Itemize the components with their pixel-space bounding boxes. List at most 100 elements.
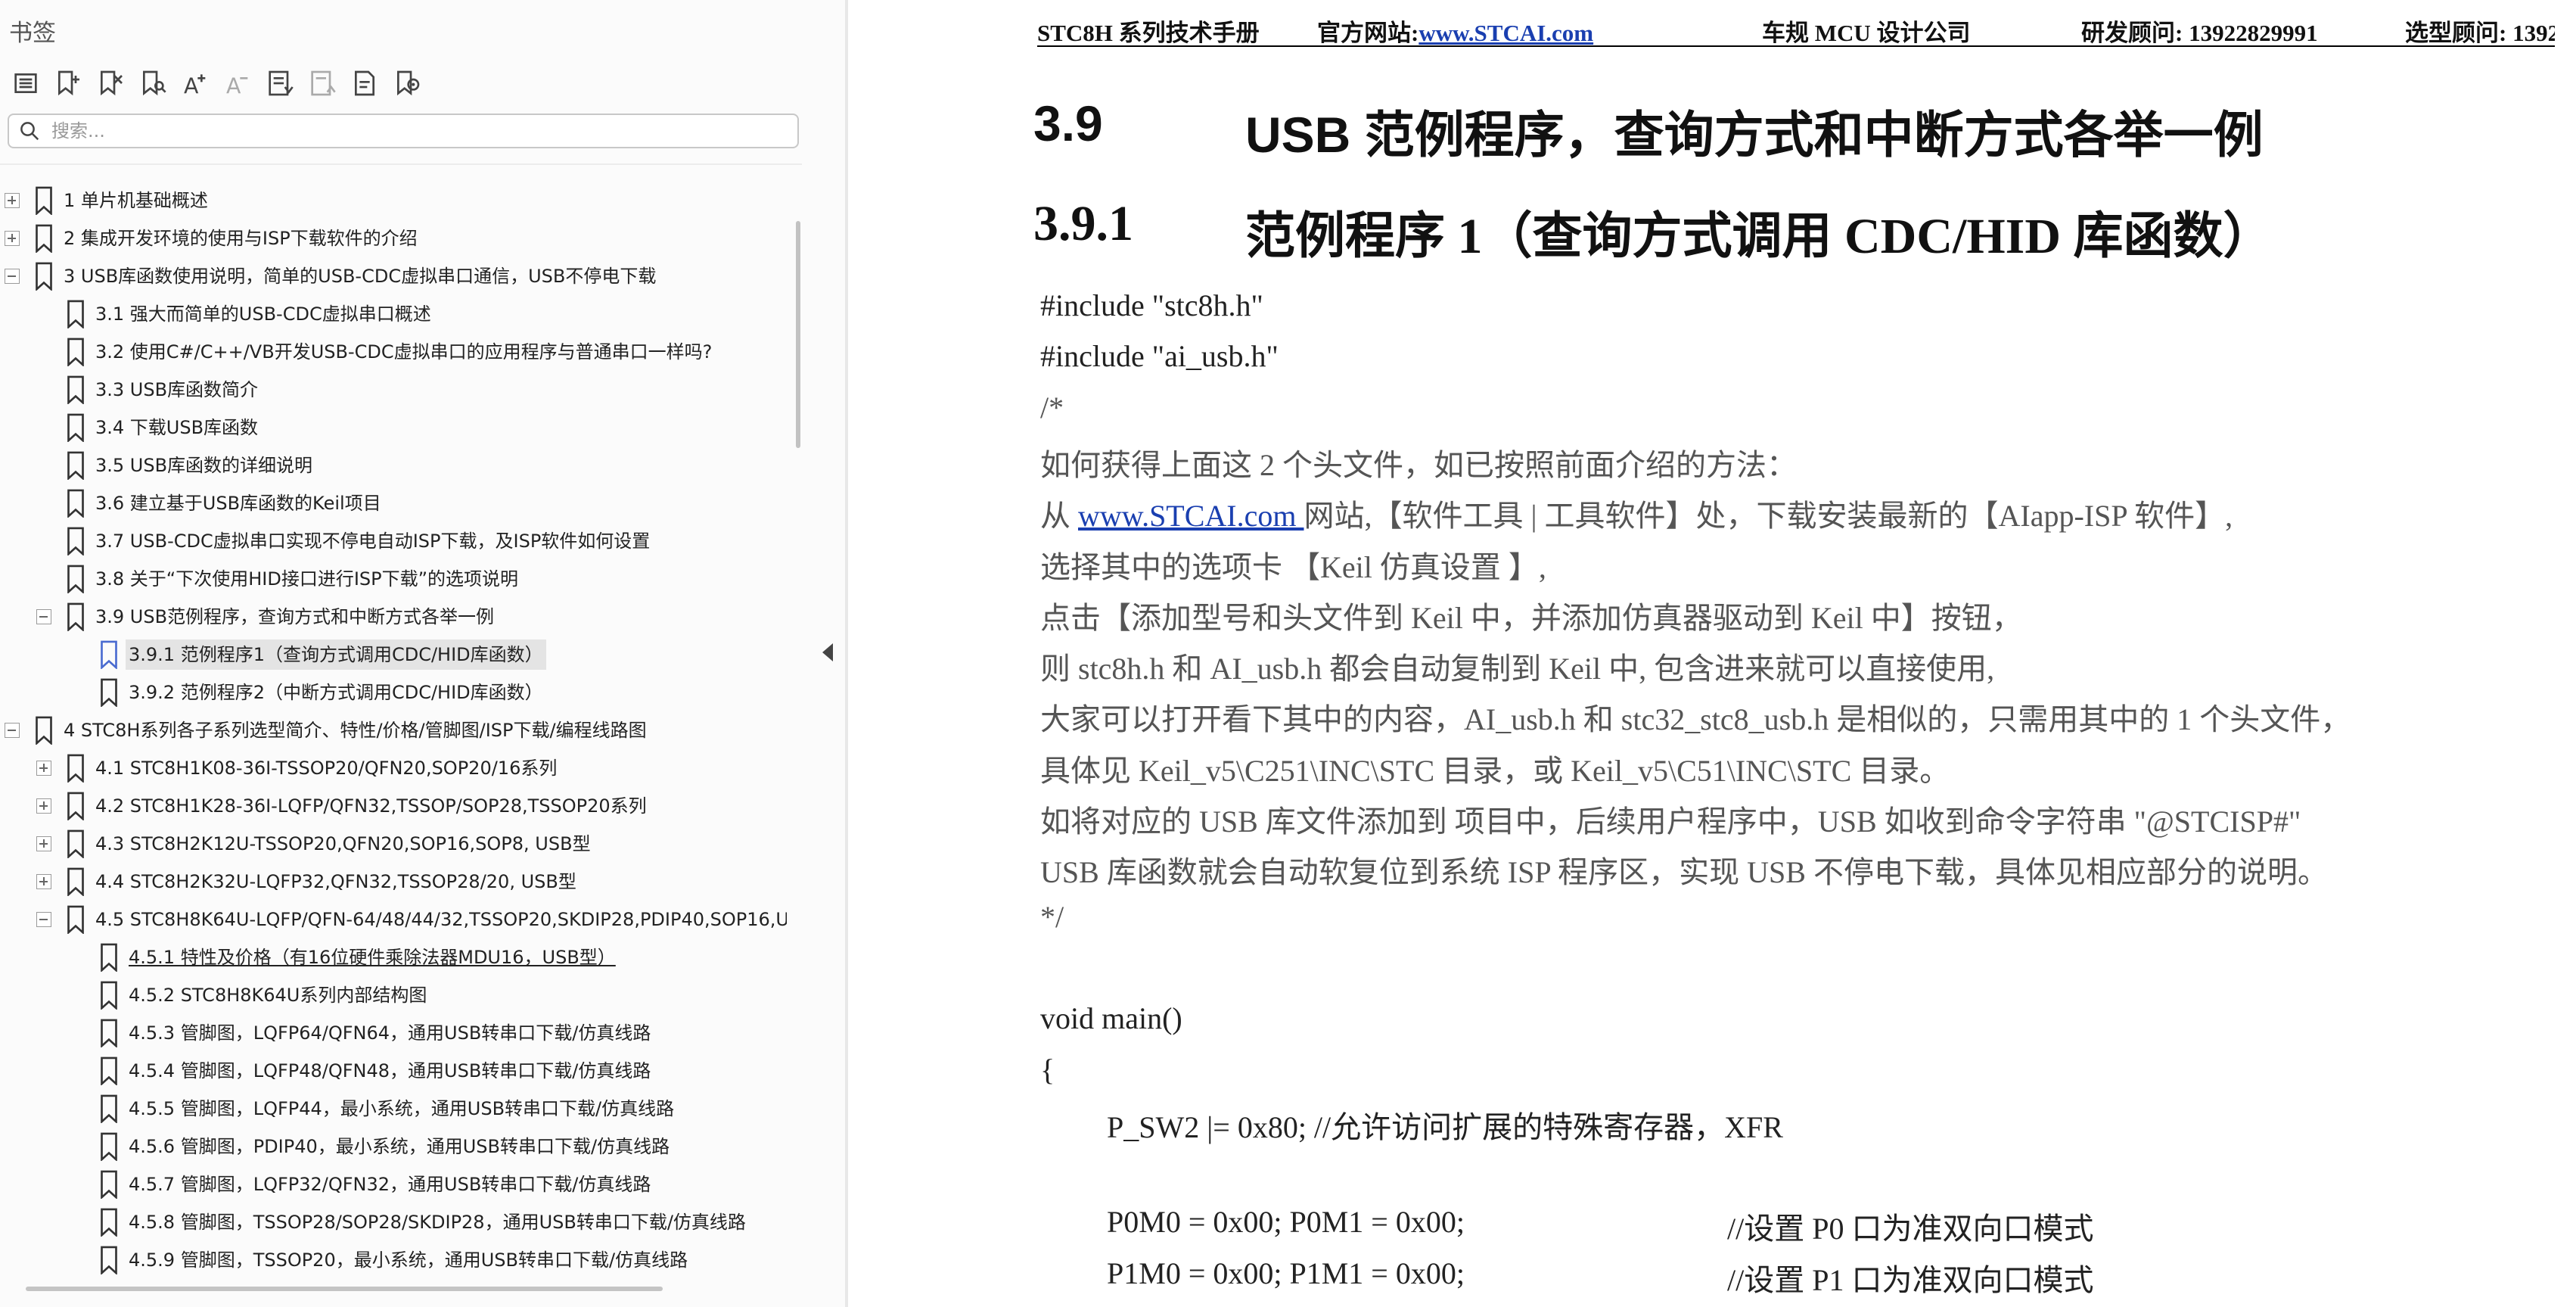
bookmark-icon	[67, 565, 84, 593]
bookmark-label: 4.5.4 管脚图，LQFP48/QFN48，通用USB转串口下载/仿真线路	[129, 1060, 651, 1081]
collapse-icon[interactable]	[5, 723, 20, 738]
bookmark-toolbar: AA	[6, 64, 427, 106]
bookmark-item[interactable]: 4.5.5 管脚图，LQFP44，最小系统，通用USB转串口下载/仿真线路	[0, 1090, 787, 1128]
bookmark-item[interactable]: 3.6 建立基于USB库函数的Keil项目	[0, 484, 787, 522]
bookmark-item[interactable]: 3.3 USB库函数简介	[0, 371, 787, 409]
bookmark-label: 4.5.1 特性及价格（有16位硬件乘除法器MDU16，USB型）	[129, 947, 616, 968]
expand-icon[interactable]	[5, 193, 20, 208]
code-line-prefix: 从	[1040, 499, 1078, 534]
bookmark-item[interactable]: 4 STC8H系列各子系列选型简介、特性/价格/管脚图/ISP下载/编程线路图	[0, 711, 787, 749]
collapse-all-icon	[311, 70, 336, 96]
bookmark-locate-icon	[397, 70, 420, 96]
search-box[interactable]	[8, 114, 799, 148]
header-sel-contact: 选型顾问: 13922805190	[2405, 20, 2576, 46]
bookmark-icon	[67, 867, 84, 896]
bookmark-item[interactable]: 4.5 STC8H8K64U-LQFP/QFN-64/48/44/32,TSSO…	[0, 901, 787, 938]
collapse-panel-icon[interactable]	[822, 643, 833, 661]
toolbar-decrease-font-button[interactable]: A	[218, 64, 257, 103]
subsection-title: 范例程序 1（查询方式调用 CDC/HID 库函数）	[1245, 209, 2273, 264]
code-line: 从 www.STCAI.com 网站,【软件工具 | 工具软件】处，下载安装最新…	[1040, 491, 2233, 535]
document-scrollbar-track[interactable]	[2555, 0, 2576, 1307]
bookmark-icon	[67, 754, 84, 783]
bookmark-icon	[101, 1019, 117, 1047]
header-site: 官方网站:www.STCAI.com	[1317, 14, 1593, 48]
expand-icon[interactable]	[36, 761, 51, 776]
bookmark-label: 4.5.9 管脚图，TSSOP20，最小系统，通用USB转串口下载/仿真线路	[129, 1249, 688, 1271]
bookmark-label: 4.5.5 管脚图，LQFP44，最小系统，通用USB转串口下载/仿真线路	[129, 1098, 675, 1119]
collapse-icon[interactable]	[36, 609, 51, 624]
bookmark-item[interactable]: 4.4 STC8H2K32U-LQFP32,QFN32,TSSOP28/20, …	[0, 863, 787, 901]
bookmark-item[interactable]: 3 USB库函数使用说明，简单的USB-CDC虚拟串口通信，USB不停电下载	[0, 257, 787, 295]
toolbar-collapse-all-button[interactable]	[303, 64, 342, 103]
bookmark-item[interactable]: 3.1 强大而简单的USB-CDC虚拟串口概述	[0, 295, 787, 333]
toolbar-delete-bookmark-button[interactable]	[91, 64, 130, 103]
tree-scrollbar[interactable]	[796, 221, 800, 448]
bookmark-item[interactable]: 4.5.3 管脚图，LQFP64/QFN64，通用USB转串口下载/仿真线路	[0, 1014, 787, 1052]
header-site-link[interactable]: www.STCAI.com	[1419, 20, 1593, 46]
bookmark-icon	[101, 1132, 117, 1161]
bookmark-item[interactable]: 4.5.2 STC8H8K64U系列内部结构图	[0, 976, 787, 1014]
bookmark-item[interactable]: 4.5.8 管脚图，TSSOP28/SOP28/SKDIP28，通用USB转串口…	[0, 1203, 787, 1241]
code-line: 具体见 Keil_v5\C251\INC\STC 目录，或 Keil_v5\C5…	[1040, 753, 1950, 788]
delete-bookmark-icon	[101, 70, 123, 96]
bookmark-item[interactable]: 3.9.2 范例程序2（中断方式调用CDC/HID库函数）	[0, 674, 787, 711]
bookmark-item[interactable]: 4.5.7 管脚图，LQFP32/QFN32，通用USB转串口下载/仿真线路	[0, 1165, 787, 1203]
section-number: 3.9	[1033, 95, 1103, 151]
bookmark-item[interactable]: 2 集成开发环境的使用与ISP下载软件的介绍	[0, 219, 787, 257]
bookmark-item[interactable]: 4.5.1 特性及价格（有16位硬件乘除法器MDU16，USB型）	[0, 938, 787, 976]
bookmark-label: 4 STC8H系列各子系列选型简介、特性/价格/管脚图/ISP下载/编程线路图	[64, 720, 647, 741]
bookmark-item[interactable]: 4.3 STC8H2K12U-TSSOP20,QFN20,SOP16,SOP8,…	[0, 825, 787, 863]
expand-icon[interactable]	[36, 836, 51, 851]
bookmark-item[interactable]: 4.1 STC8H1K08-36I-TSSOP20/QFN20,SOP20/16…	[0, 749, 787, 787]
horizontal-scrollbar[interactable]	[26, 1287, 663, 1291]
toolbar-expand-all-button[interactable]	[260, 64, 300, 103]
expand-icon[interactable]	[5, 231, 20, 246]
bookmark-icon	[67, 375, 84, 404]
expand-all-icon	[269, 70, 294, 96]
bookmark-item[interactable]: 4.5.6 管脚图，PDIP40，最小系统，通用USB转串口下载/仿真线路	[0, 1128, 787, 1165]
toolbar-find-bookmark-button[interactable]	[133, 64, 172, 103]
code-line: 则 stc8h.h 和 AI_usb.h 都会自动复制到 Keil 中, 包含进…	[1040, 652, 1995, 686]
bookmark-item[interactable]: 3.9.1 范例程序1（查询方式调用CDC/HID库函数）	[0, 636, 787, 674]
search-input[interactable]	[50, 120, 734, 142]
bookmark-item[interactable]: 3.8 关于“下次使用HID接口进行ISP下载”的选项说明	[0, 560, 787, 598]
bookmark-item[interactable]: 3.5 USB库函数的详细说明	[0, 447, 787, 484]
code-line: 如何获得上面这 2 个头文件，如已按照前面介绍的方法：	[1040, 447, 1797, 482]
expand-icon[interactable]	[36, 798, 51, 814]
toolbar-properties-button[interactable]	[345, 64, 384, 103]
website-link[interactable]: www.STCAI.com	[1078, 499, 1304, 533]
bookmark-icon	[67, 413, 84, 442]
bookmark-icon	[36, 262, 52, 291]
bookmark-item[interactable]: 3.9 USB范例程序，查询方式和中断方式各举一例	[0, 598, 787, 636]
collapse-icon[interactable]	[36, 912, 51, 927]
bookmark-item[interactable]: 4.5.9 管脚图，TSSOP20，最小系统，通用USB转串口下载/仿真线路	[0, 1241, 787, 1275]
code-line: #include "stc8h.h"	[1040, 288, 1263, 322]
collapse-icon[interactable]	[5, 269, 20, 284]
search-icon	[20, 122, 39, 141]
code-line-text: 网站,【软件工具 | 工具软件】处，下载安装最新的【AIapp-ISP 软件】,	[1304, 499, 2233, 534]
bookmark-item[interactable]: 4.5.4 管脚图，LQFP48/QFN48，通用USB转串口下载/仿真线路	[0, 1052, 787, 1090]
code-line: 选择其中的选项卡 【Keil 仿真设置 】,	[1040, 549, 1546, 584]
bookmark-label: 4.5.3 管脚图，LQFP64/QFN64，通用USB转串口下载/仿真线路	[129, 1022, 651, 1044]
bookmark-item[interactable]: 3.4 下载USB库函数	[0, 409, 787, 447]
bookmark-item[interactable]: 4.2 STC8H1K28-36I-LQFP/QFN32,TSSOP/SOP28…	[0, 787, 787, 825]
bookmark-icon	[67, 602, 84, 631]
toolbar-locate-button[interactable]	[387, 64, 427, 103]
bookmark-item[interactable]: 3.7 USB-CDC虚拟串口实现不停电自动ISP下载，及ISP软件如何设置	[0, 522, 787, 560]
toolbar-add-bookmark-button[interactable]	[48, 64, 88, 103]
bookmark-icon	[67, 792, 84, 820]
bookmark-icon	[36, 186, 52, 215]
code-line: 点击【添加型号和头文件到 Keil 中，并添加仿真器驱动到 Keil 中】按钮，	[1040, 600, 2022, 635]
expand-icon[interactable]	[36, 874, 51, 889]
bookmark-list-icon	[14, 73, 37, 93]
code-line: P1M0 = 0x00; P1M1 = 0x00;	[1107, 1256, 1465, 1290]
toolbar-bookmark-list-button[interactable]	[6, 64, 45, 103]
add-bookmark-icon	[58, 70, 79, 96]
bookmark-label: 3.9 USB范例程序，查询方式和中断方式各举一例	[95, 606, 495, 627]
bookmark-label: 4.5 STC8H8K64U-LQFP/QFN-64/48/44/32,TSSO…	[95, 909, 787, 930]
panel-title: 书签	[9, 20, 56, 47]
document-page: STC8H 系列技术手册 官方网站:www.STCAI.com 车规 MCU 设…	[848, 0, 2576, 1307]
bookmark-item[interactable]: 3.2 使用C#/C++/VB开发USB-CDC虚拟串口的应用程序与普通串口一样…	[0, 333, 787, 371]
bookmark-item[interactable]: 1 单片机基础概述	[0, 182, 787, 219]
toolbar-increase-font-button[interactable]: A	[176, 64, 215, 103]
